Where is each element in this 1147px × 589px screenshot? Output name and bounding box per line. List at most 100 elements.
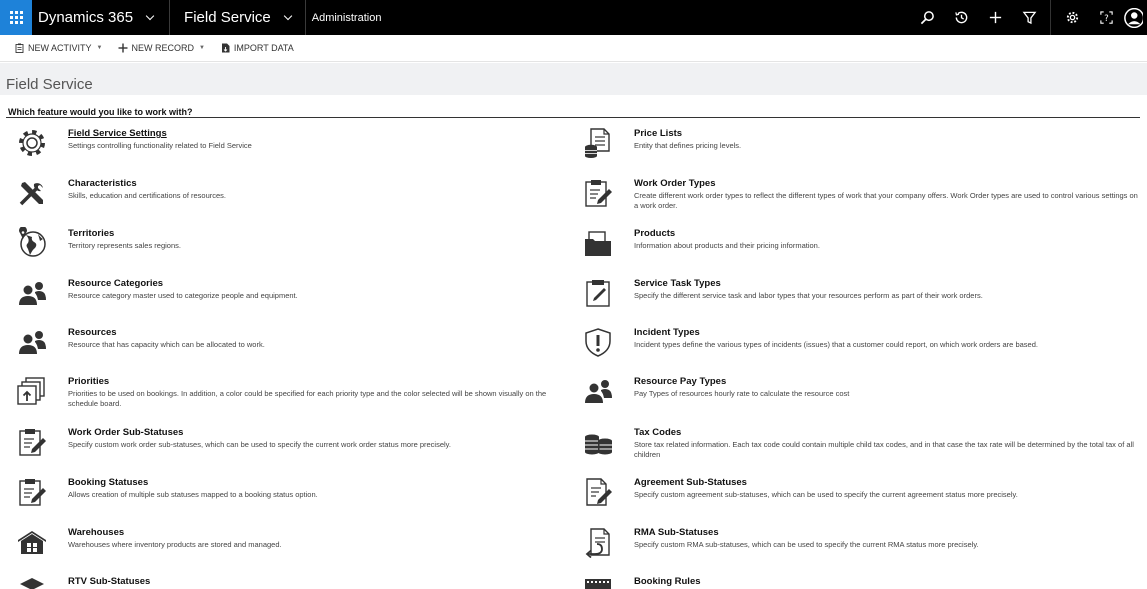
feature-title[interactable]: Service Task Types: [634, 277, 1142, 290]
keyboard-icon: [582, 575, 618, 589]
feature-warehouses[interactable]: Warehouses Warehouses where inventory pr…: [16, 526, 563, 562]
feature-title[interactable]: Priorities: [68, 375, 563, 388]
stack-icon: [16, 375, 52, 411]
feature-title[interactable]: Booking Statuses: [68, 476, 563, 489]
folder-icon: [582, 227, 618, 263]
document-return-icon: [582, 526, 618, 562]
feature-rtv-sub-statuses[interactable]: RTV Sub-Statuses: [16, 575, 563, 589]
advanced-find-button[interactable]: [1012, 0, 1046, 35]
feature-title[interactable]: Products: [634, 227, 1142, 240]
feature-incident-types[interactable]: Incident Types Incident types define the…: [582, 326, 1142, 362]
filter-icon: [1022, 11, 1036, 25]
feature-title[interactable]: Warehouses: [68, 526, 563, 539]
feature-title[interactable]: Booking Rules: [634, 575, 1142, 588]
feature-title[interactable]: Resource Pay Types: [634, 375, 1142, 388]
feature-title[interactable]: Resource Categories: [68, 277, 563, 290]
feature-service-task-types[interactable]: Service Task Types Specify the different…: [582, 277, 1142, 313]
import-data-button[interactable]: IMPORT DATA: [221, 43, 294, 53]
feature-description: Allows creation of multiple sub statuses…: [68, 490, 318, 499]
feature-products[interactable]: Products Information about products and …: [582, 227, 1142, 263]
area-switcher[interactable]: Field Service: [170, 0, 305, 35]
box-icon: [16, 575, 52, 589]
feature-question-heading: Which feature would you like to work wit…: [8, 107, 193, 117]
people-icon: [16, 326, 52, 362]
people-icon: [582, 375, 618, 411]
feature-territories[interactable]: Territories Territory represents sales r…: [16, 226, 563, 263]
create-button[interactable]: [978, 0, 1012, 35]
search-button[interactable]: [910, 0, 944, 35]
people-icon: [16, 277, 52, 313]
feature-title[interactable]: RTV Sub-Statuses: [68, 575, 563, 588]
feature-description: Specify custom agreement sub-statuses, w…: [634, 490, 1018, 499]
feature-work-order-sub-statuses[interactable]: Work Order Sub-Statuses Specify custom w…: [16, 426, 563, 462]
feature-field-service-settings[interactable]: Field Service Settings Settings controll…: [16, 127, 563, 163]
caret-down-icon: ▼: [96, 45, 103, 51]
recent-button[interactable]: [944, 0, 978, 35]
feature-booking-statuses[interactable]: Booking Statuses Allows creation of mult…: [16, 476, 563, 512]
new-activity-button[interactable]: NEW ACTIVITY ▼: [15, 43, 102, 53]
clipboard-edit-icon: [16, 426, 52, 462]
breadcrumb[interactable]: Administration: [306, 12, 382, 24]
command-bar: NEW ACTIVITY ▼ NEW RECORD ▼ IMPORT DATA: [0, 35, 1147, 62]
feature-title[interactable]: Agreement Sub-Statuses: [634, 476, 1142, 489]
clipboard-edit-icon: [582, 177, 618, 213]
feature-description: Entity that defines pricing levels.: [634, 141, 742, 150]
feature-characteristics[interactable]: Characteristics Skills, education and ce…: [16, 177, 563, 213]
top-navigation-bar: Dynamics 365 Field Service Administratio…: [0, 0, 1147, 35]
activity-icon: [15, 43, 24, 53]
feature-price-lists[interactable]: Price Lists Entity that defines pricing …: [582, 127, 1142, 163]
feature-title[interactable]: Incident Types: [634, 326, 1142, 339]
feature-agreement-sub-statuses[interactable]: Agreement Sub-Statuses Specify custom ag…: [582, 476, 1142, 512]
divider: [6, 117, 1140, 118]
tools-icon: [16, 177, 52, 213]
feature-title[interactable]: Price Lists: [634, 127, 1142, 140]
feature-rma-sub-statuses[interactable]: RMA Sub-Statuses Specify custom RMA sub-…: [582, 526, 1142, 562]
feature-resources[interactable]: Resources Resource that has capacity whi…: [16, 326, 563, 362]
feature-description: Settings controlling functionality relat…: [68, 141, 252, 150]
feature-title[interactable]: Work Order Types: [634, 177, 1142, 190]
feature-description: Pay Types of resources hourly rate to ca…: [634, 389, 850, 398]
feature-title[interactable]: Work Order Sub-Statuses: [68, 426, 563, 439]
shield-alert-icon: [582, 326, 618, 362]
globe-icon: [16, 226, 52, 263]
history-icon: [954, 11, 967, 24]
gear-icon: [16, 127, 52, 163]
feature-title[interactable]: Characteristics: [68, 177, 563, 190]
document-edit-icon: [582, 476, 618, 512]
feature-priorities[interactable]: Priorities Priorities to be used on book…: [16, 375, 563, 411]
feature-description: Specify the different service task and l…: [634, 291, 983, 300]
feature-description: Priorities to be used on bookings. In ad…: [68, 389, 547, 408]
feature-title[interactable]: Territories: [68, 227, 563, 240]
new-record-button[interactable]: NEW RECORD ▼: [118, 43, 205, 53]
feature-tax-codes[interactable]: Tax Codes Store tax related information.…: [582, 426, 1142, 462]
settings-button[interactable]: [1055, 0, 1089, 35]
help-icon: ?: [1099, 11, 1113, 24]
help-button[interactable]: ?: [1089, 0, 1123, 35]
page-header: Field Service: [0, 63, 1147, 95]
plus-icon: [118, 43, 128, 53]
feature-description: Store tax related information. Each tax …: [634, 440, 1134, 459]
feature-description: Information about products and their pri…: [634, 241, 820, 250]
nav-separator: [1050, 0, 1051, 35]
feature-description: Specify custom RMA sub-statuses, which c…: [634, 540, 979, 549]
plus-icon: [989, 11, 1001, 24]
feature-description: Territory represents sales regions.: [68, 241, 181, 250]
feature-work-order-types[interactable]: Work Order Types Create different work o…: [582, 177, 1142, 213]
user-profile-button[interactable]: [1123, 0, 1147, 35]
app-name: Dynamics 365: [38, 9, 134, 26]
feature-resource-pay-types[interactable]: Resource Pay Types Pay Types of resource…: [582, 375, 1142, 411]
import-data-label: IMPORT DATA: [233, 43, 294, 53]
app-switcher[interactable]: Dynamics 365: [32, 0, 155, 35]
search-icon: [920, 11, 934, 25]
feature-title[interactable]: Resources: [68, 326, 563, 339]
waffle-icon: [9, 11, 23, 24]
feature-description: Resource category master used to categor…: [68, 291, 298, 300]
feature-title[interactable]: Field Service Settings: [68, 127, 563, 140]
feature-booking-rules[interactable]: Booking Rules: [582, 575, 1142, 589]
feature-resource-categories[interactable]: Resource Categories Resource category ma…: [16, 277, 563, 313]
app-launcher-button[interactable]: [0, 0, 32, 35]
feature-title[interactable]: Tax Codes: [634, 426, 1142, 439]
new-activity-label: NEW ACTIVITY: [28, 43, 92, 53]
feature-title[interactable]: RMA Sub-Statuses: [634, 526, 1142, 539]
feature-description: Incident types define the various types …: [634, 340, 1038, 349]
